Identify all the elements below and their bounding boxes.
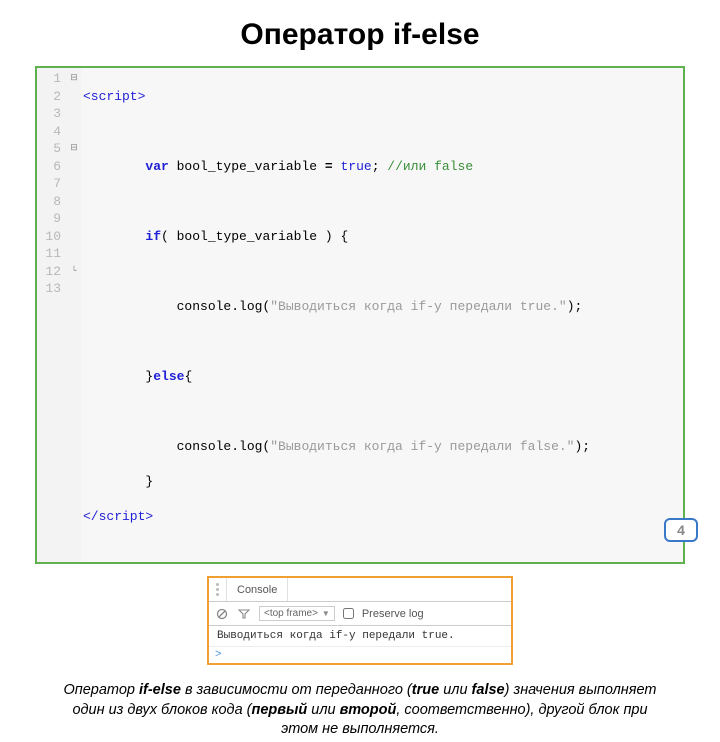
console-output: Выводиться когда if-у передали true. > [209,626,511,663]
console-prompt[interactable]: > [209,647,511,663]
code-content: <script> var bool_type_variable = true; … [81,68,683,562]
slide-description: Оператор if-else в зависимости от переда… [60,681,660,740]
preserve-log-checkbox[interactable] [343,608,354,619]
console-tab[interactable]: Console [227,578,288,601]
line-number-gutter: 123 456 789 101112 13 [37,68,67,562]
console-toolbar: <top frame>▼ Preserve log [209,602,511,626]
console-tab-bar: Console [209,578,511,602]
console-log-line: Выводиться когда if-у передали true. [209,626,511,647]
filter-icon[interactable] [237,607,251,621]
preserve-log-label: Preserve log [362,608,424,620]
fold-gutter: ⊟ ⊟ └ [67,68,81,562]
chevron-down-icon: ▼ [322,609,330,618]
devtools-console-panel: Console <top frame>▼ Preserve log Выводи… [207,576,513,665]
clear-console-icon[interactable] [215,607,229,621]
slide-title: Оператор if-else [0,18,720,52]
page-number-badge: 4 [664,518,698,542]
drag-handle-icon [209,578,227,601]
frame-dropdown[interactable]: <top frame>▼ [259,606,335,621]
code-editor-panel: 123 456 789 101112 13 ⊟ ⊟ └ <script> var… [35,66,685,564]
